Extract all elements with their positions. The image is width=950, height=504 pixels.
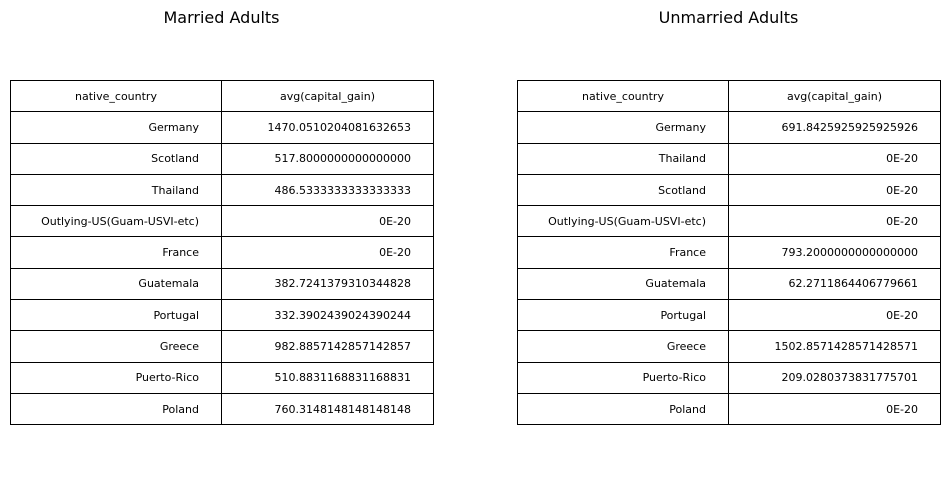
country-cell: France [517, 236, 729, 269]
value-cell: 0E-20 [728, 205, 941, 238]
country-cell: Portugal [10, 299, 222, 332]
country-cell: Greece [517, 330, 729, 363]
country-cell: Poland [10, 392, 222, 426]
country-cell: Puerto-Rico [517, 361, 729, 394]
column-header-avg-capital-gain: avg(capital_gain) [728, 79, 941, 113]
country-cell: Thailand [10, 173, 222, 207]
table-row: Poland 0E-20 [517, 392, 941, 426]
value-cell: 0E-20 [728, 299, 941, 332]
table-row: Thailand 0E-20 [517, 142, 941, 175]
table-row: Puerto-Rico 209.0280373831775701 [517, 361, 941, 394]
table-row: Greece 1502.8571428571428571 [517, 330, 941, 363]
married-adults-title: Married Adults [163, 8, 280, 27]
value-cell: 0E-20 [221, 205, 434, 238]
table-row: Outlying-US(Guam-USVI-etc) 0E-20 [517, 205, 941, 238]
value-cell: 517.8000000000000000 [221, 142, 434, 175]
value-cell: 0E-20 [728, 392, 941, 426]
value-cell: 691.8425925925925926 [728, 111, 941, 144]
unmarried-adults-title: Unmarried Adults [658, 8, 799, 27]
value-cell: 382.7241379310344828 [221, 267, 434, 301]
table-row: Guatemala 382.7241379310344828 [10, 267, 434, 301]
country-cell: Outlying-US(Guam-USVI-etc) [517, 205, 729, 238]
country-cell: Guatemala [10, 267, 222, 301]
table-row: Germany 1470.0510204081632653 [10, 111, 434, 144]
table-header-row: native_country avg(capital_gain) [10, 79, 434, 113]
country-cell: Portugal [517, 299, 729, 332]
value-cell: 0E-20 [221, 236, 434, 269]
table-row: France 0E-20 [10, 236, 434, 269]
table-row: Outlying-US(Guam-USVI-etc) 0E-20 [10, 205, 434, 238]
table-row: Puerto-Rico 510.8831168831168831 [10, 361, 434, 394]
table-row: Guatemala 62.2711864406779661 [517, 267, 941, 301]
table-row: Germany 691.8425925925925926 [517, 111, 941, 144]
column-header-native-country: native_country [517, 79, 729, 113]
country-cell: Scotland [10, 142, 222, 175]
country-cell: France [10, 236, 222, 269]
table-row: Greece 982.8857142857142857 [10, 330, 434, 363]
unmarried-adults-table: native_country avg(capital_gain) Germany… [517, 79, 941, 426]
table-row: France 793.2000000000000000 [517, 236, 941, 269]
value-cell: 793.2000000000000000 [728, 236, 941, 269]
table-row: Portugal 0E-20 [517, 299, 941, 332]
value-cell: 1470.0510204081632653 [221, 111, 434, 144]
country-cell: Greece [10, 330, 222, 363]
country-cell: Guatemala [517, 267, 729, 301]
value-cell: 0E-20 [728, 142, 941, 175]
table-row: Poland 760.3148148148148148 [10, 392, 434, 426]
table-header-row: native_country avg(capital_gain) [517, 79, 941, 113]
country-cell: Germany [10, 111, 222, 144]
country-cell: Poland [517, 392, 729, 426]
value-cell: 62.2711864406779661 [728, 267, 941, 301]
value-cell: 1502.8571428571428571 [728, 330, 941, 363]
value-cell: 209.0280373831775701 [728, 361, 941, 394]
table-row: Scotland 0E-20 [517, 173, 941, 207]
table-row: Portugal 332.3902439024390244 [10, 299, 434, 332]
value-cell: 760.3148148148148148 [221, 392, 434, 426]
table-row: Scotland 517.8000000000000000 [10, 142, 434, 175]
value-cell: 332.3902439024390244 [221, 299, 434, 332]
country-cell: Germany [517, 111, 729, 144]
country-cell: Thailand [517, 142, 729, 175]
value-cell: 0E-20 [728, 173, 941, 207]
country-cell: Outlying-US(Guam-USVI-etc) [10, 205, 222, 238]
value-cell: 486.5333333333333333 [221, 173, 434, 207]
value-cell: 510.8831168831168831 [221, 361, 434, 394]
table-row: Thailand 486.5333333333333333 [10, 173, 434, 207]
married-adults-table: native_country avg(capital_gain) Germany… [10, 79, 434, 426]
value-cell: 982.8857142857142857 [221, 330, 434, 363]
country-cell: Puerto-Rico [10, 361, 222, 394]
column-header-native-country: native_country [10, 79, 222, 113]
country-cell: Scotland [517, 173, 729, 207]
column-header-avg-capital-gain: avg(capital_gain) [221, 79, 434, 113]
